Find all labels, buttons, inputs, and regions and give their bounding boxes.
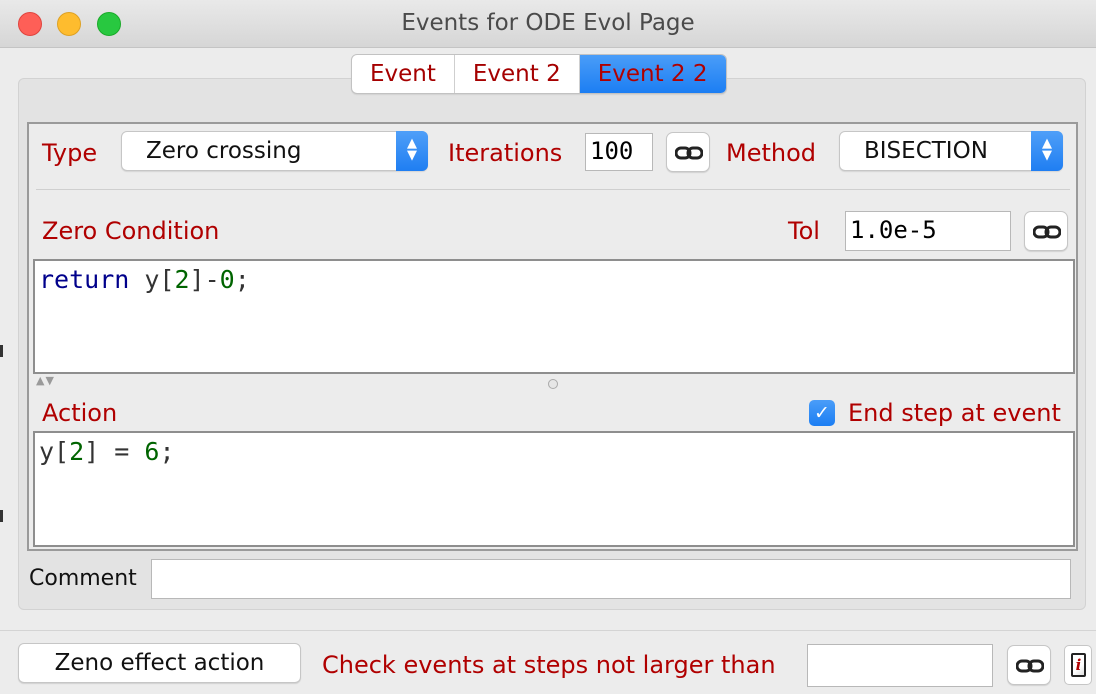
action-code: y[2] = 6; bbox=[39, 437, 175, 466]
window-edge-mark bbox=[0, 345, 3, 357]
method-label: Method bbox=[726, 139, 817, 167]
tol-link-button[interactable] bbox=[1024, 211, 1068, 251]
end-step-checkbox[interactable]: ✓ bbox=[809, 400, 835, 426]
comment-field[interactable] bbox=[151, 559, 1071, 599]
method-select-value: BISECTION bbox=[864, 138, 988, 164]
title-bar: Events for ODE Evol Page bbox=[0, 0, 1096, 48]
action-editor[interactable]: y[2] = 6; bbox=[33, 431, 1075, 547]
tab-event-2-2[interactable]: Event 2 2 bbox=[579, 55, 726, 93]
method-select[interactable]: BISECTION ▲ ▼ bbox=[839, 131, 1063, 171]
event-tabs: Event Event 2 Event 2 2 bbox=[351, 54, 727, 94]
tab-event[interactable]: Event bbox=[352, 55, 455, 93]
tol-label: Tol bbox=[788, 217, 820, 245]
type-label: Type bbox=[42, 139, 98, 167]
link-icon bbox=[1033, 225, 1061, 239]
iterations-value: 100 bbox=[590, 137, 634, 165]
action-label: Action bbox=[42, 399, 118, 427]
split-pane-divider[interactable]: ▲▼ bbox=[34, 374, 1074, 393]
collapse-arrows-icon[interactable]: ▲▼ bbox=[36, 374, 55, 387]
footer-divider bbox=[0, 630, 1096, 631]
zeno-effect-action-button[interactable]: Zeno effect action bbox=[18, 643, 301, 683]
type-select-value: Zero crossing bbox=[146, 138, 302, 164]
checkmark-icon: ✓ bbox=[814, 402, 830, 424]
check-events-link-button[interactable] bbox=[1007, 645, 1051, 685]
window-edge-mark bbox=[0, 510, 3, 522]
type-select[interactable]: Zero crossing ▲ ▼ bbox=[121, 131, 428, 171]
zero-condition-label: Zero Condition bbox=[42, 217, 220, 245]
link-icon bbox=[675, 146, 703, 160]
info-icon: i bbox=[1071, 653, 1086, 677]
tol-field[interactable]: 1.0e-5 bbox=[845, 211, 1011, 251]
chevron-updown-icon: ▲ ▼ bbox=[1031, 131, 1063, 171]
iterations-link-button[interactable] bbox=[666, 132, 710, 172]
iterations-label: Iterations bbox=[448, 139, 563, 167]
link-icon bbox=[1016, 659, 1044, 673]
chevron-updown-icon: ▲ ▼ bbox=[396, 131, 428, 171]
info-button[interactable]: i bbox=[1064, 645, 1092, 685]
split-knob[interactable] bbox=[548, 379, 558, 389]
window-title: Events for ODE Evol Page bbox=[401, 10, 695, 36]
comment-label: Comment bbox=[29, 566, 137, 591]
iterations-field[interactable]: 100 bbox=[585, 133, 653, 171]
zero-condition-code: return y[2]-0; bbox=[39, 265, 250, 294]
divider bbox=[36, 189, 1070, 190]
check-events-field[interactable] bbox=[807, 644, 993, 687]
tol-value: 1.0e-5 bbox=[850, 216, 937, 244]
tab-event-2[interactable]: Event 2 bbox=[455, 55, 580, 93]
end-step-label: End step at event bbox=[848, 399, 1061, 427]
check-events-label: Check events at steps not larger than bbox=[322, 651, 776, 679]
zero-condition-editor[interactable]: return y[2]-0; bbox=[33, 259, 1075, 374]
